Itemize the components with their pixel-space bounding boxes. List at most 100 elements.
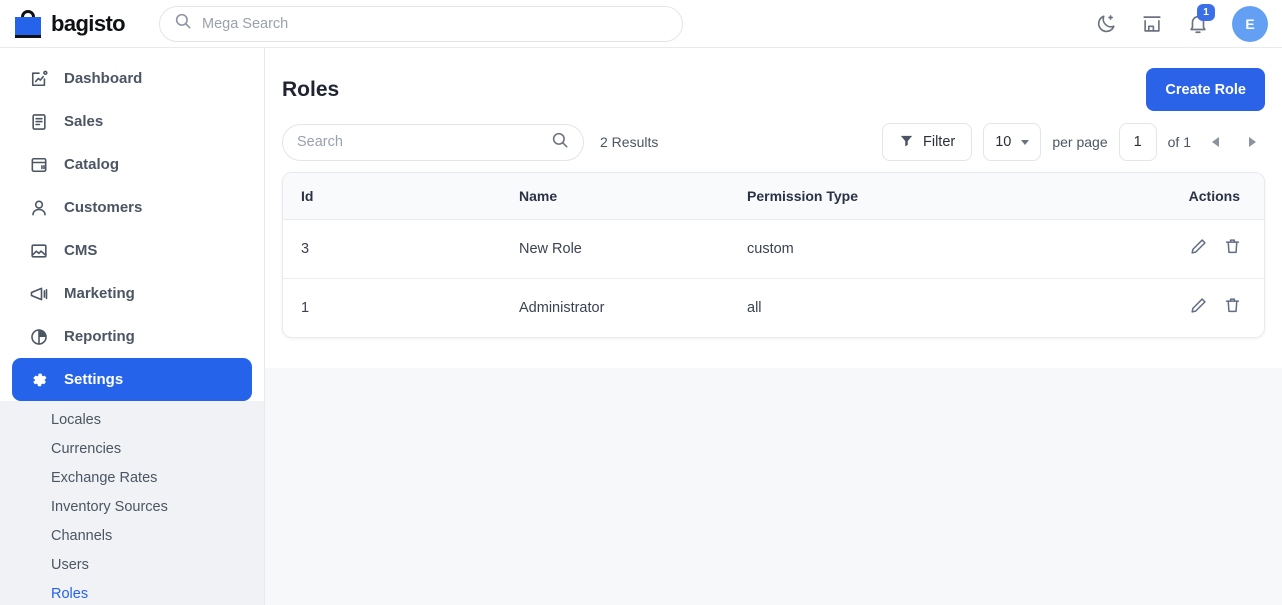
sidebar-item-exchange-rates[interactable]: Exchange Rates <box>0 463 264 492</box>
sidebar-item-label: Reporting <box>64 328 135 345</box>
search-icon[interactable] <box>551 131 569 154</box>
store-icon[interactable] <box>1140 12 1164 36</box>
settings-submenu: Locales Currencies Exchange Rates Invent… <box>0 401 264 605</box>
bell-icon[interactable]: 1 <box>1186 12 1210 36</box>
sidebar-item-customers[interactable]: Customers <box>12 186 252 229</box>
submenu-label: Channels <box>51 528 112 544</box>
cell-name: Administrator <box>501 278 729 337</box>
pie-chart-icon <box>28 326 50 348</box>
trash-icon[interactable] <box>1223 237 1242 256</box>
mega-search-container[interactable] <box>159 6 683 42</box>
sidebar-item-settings[interactable]: Settings <box>12 358 252 401</box>
cell-permission-type: all <box>729 278 1134 337</box>
submenu-label: Roles <box>51 586 88 602</box>
sidebar-item-label: Sales <box>64 113 103 130</box>
sidebar-item-roles[interactable]: Roles <box>0 579 264 605</box>
user-person-icon <box>28 197 50 219</box>
pencil-icon[interactable] <box>1189 237 1208 256</box>
sidebar-item-cms[interactable]: CMS <box>12 229 252 272</box>
column-header-actions: Actions <box>1134 173 1264 219</box>
top-bar: bagisto <box>0 0 1282 48</box>
gear-icon <box>28 369 50 391</box>
sidebar-item-inventory-sources[interactable]: Inventory Sources <box>0 492 264 521</box>
pagination-controls: Filter 10 per page 1 of 1 <box>882 123 1265 161</box>
table-body: 3 New Role custom <box>283 219 1264 337</box>
sidebar-item-marketing[interactable]: Marketing <box>12 272 252 315</box>
brand-name: bagisto <box>51 11 125 37</box>
sidebar-item-label: Customers <box>64 199 142 216</box>
main-content: Roles Create Role 2 Results <box>265 48 1282 605</box>
cell-actions <box>1134 219 1264 278</box>
page-title: Roles <box>282 78 339 102</box>
funnel-icon <box>899 133 914 152</box>
trash-icon[interactable] <box>1223 296 1242 315</box>
grid-search-input[interactable] <box>297 134 551 150</box>
current-page-input[interactable]: 1 <box>1119 123 1157 161</box>
triangle-left-icon <box>1212 137 1219 147</box>
moon-icon[interactable] <box>1094 12 1118 36</box>
sidebar-item-users[interactable]: Users <box>0 550 264 579</box>
cell-id: 1 <box>283 278 501 337</box>
dashboard-chart-icon <box>28 68 50 90</box>
per-page-value: 10 <box>995 134 1011 150</box>
cell-name: New Role <box>501 219 729 278</box>
cell-id: 3 <box>283 219 501 278</box>
table-header-row: Id Name Permission Type Actions <box>283 173 1264 219</box>
total-pages-label: of 1 <box>1168 134 1191 150</box>
submenu-label: Exchange Rates <box>51 470 157 486</box>
sidebar-item-label: Catalog <box>64 156 119 173</box>
brand-logo[interactable]: bagisto <box>0 10 145 38</box>
page-header: Roles Create Role <box>265 48 1282 112</box>
results-count: 2 Results <box>600 134 658 150</box>
roles-table-card: Id Name Permission Type Actions 3 New Ro… <box>282 172 1265 338</box>
sidebar-item-label: Dashboard <box>64 70 142 87</box>
pencil-icon[interactable] <box>1189 296 1208 315</box>
document-lines-icon <box>28 111 50 133</box>
sidebar-item-label: CMS <box>64 242 97 259</box>
roles-table: Id Name Permission Type Actions 3 New Ro… <box>283 173 1264 337</box>
sidebar-item-label: Marketing <box>64 285 135 302</box>
mega-search-input[interactable] <box>202 16 668 32</box>
catalog-window-icon <box>28 154 50 176</box>
filter-label: Filter <box>923 134 955 150</box>
submenu-label: Currencies <box>51 441 121 457</box>
prev-page-button[interactable] <box>1202 127 1228 157</box>
per-page-select[interactable]: 10 <box>983 123 1041 161</box>
cell-permission-type: custom <box>729 219 1134 278</box>
sidebar-item-dashboard[interactable]: Dashboard <box>12 57 252 100</box>
table-row[interactable]: 1 Administrator all <box>283 278 1264 337</box>
create-role-button[interactable]: Create Role <box>1146 68 1265 111</box>
next-page-button[interactable] <box>1239 127 1265 157</box>
column-header-permission-type[interactable]: Permission Type <box>729 173 1134 219</box>
image-frame-icon <box>28 240 50 262</box>
sidebar: Dashboard Sales Catalog <box>0 48 265 605</box>
avatar[interactable]: E <box>1232 6 1268 42</box>
sidebar-item-currencies[interactable]: Currencies <box>0 434 264 463</box>
top-bar-actions: 1 E <box>1094 6 1282 42</box>
column-header-name[interactable]: Name <box>501 173 729 219</box>
chevron-down-icon <box>1021 140 1029 145</box>
admin-app: bagisto <box>0 0 1282 605</box>
search-icon <box>174 12 192 35</box>
grid-toolbar: 2 Results Filter 10 per page 1 of <box>265 112 1282 172</box>
sidebar-item-catalog[interactable]: Catalog <box>12 143 252 186</box>
shopping-bag-icon <box>14 10 42 38</box>
sidebar-item-sales[interactable]: Sales <box>12 100 252 143</box>
megaphone-icon <box>28 283 50 305</box>
sidebar-item-locales[interactable]: Locales <box>0 405 264 434</box>
submenu-label: Users <box>51 557 89 573</box>
filter-button[interactable]: Filter <box>882 123 972 161</box>
per-page-label: per page <box>1052 134 1107 150</box>
sidebar-item-channels[interactable]: Channels <box>0 521 264 550</box>
table-row[interactable]: 3 New Role custom <box>283 219 1264 278</box>
table-header: Id Name Permission Type Actions <box>283 173 1264 219</box>
submenu-label: Locales <box>51 412 101 428</box>
submenu-label: Inventory Sources <box>51 499 168 515</box>
sidebar-item-reporting[interactable]: Reporting <box>12 315 252 358</box>
sidebar-item-label: Settings <box>64 371 123 388</box>
notification-badge: 1 <box>1197 4 1215 21</box>
grid-search-container[interactable] <box>282 124 584 161</box>
cell-actions <box>1134 278 1264 337</box>
triangle-right-icon <box>1249 137 1256 147</box>
column-header-id[interactable]: Id <box>283 173 501 219</box>
